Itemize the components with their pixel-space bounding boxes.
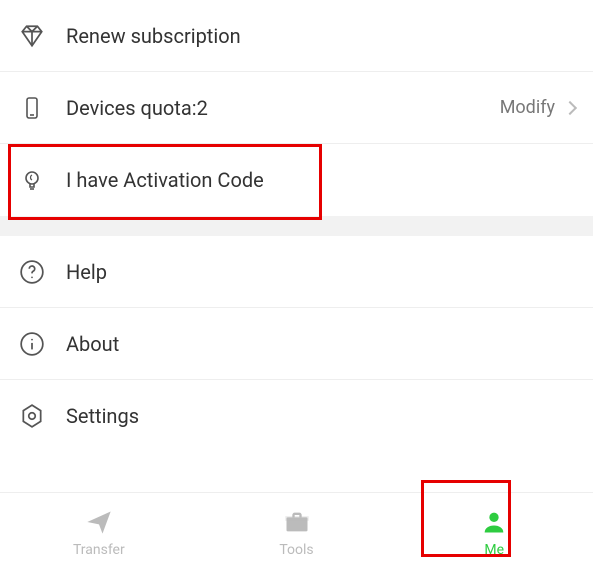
modify-label: Modify — [500, 97, 555, 118]
settings-list: Renew subscription Devices quota:2 Modif… — [0, 0, 593, 492]
diamond-icon — [18, 22, 46, 50]
tab-transfer[interactable]: Transfer — [0, 493, 198, 572]
tab-me[interactable]: Me — [395, 493, 593, 572]
menu-item-settings[interactable]: Settings — [0, 380, 593, 452]
bulb-icon — [18, 166, 46, 194]
menu-item-help[interactable]: Help — [0, 236, 593, 308]
menu-item-renew-subscription[interactable]: Renew subscription — [0, 0, 593, 72]
chevron-right-icon — [563, 100, 577, 114]
menu-item-label: About — [66, 332, 575, 356]
section-divider — [0, 216, 593, 236]
bottom-tabbar: Transfer Tools Me — [0, 492, 593, 572]
info-icon — [18, 330, 46, 358]
person-icon — [480, 508, 508, 536]
menu-item-right: Modify — [500, 97, 575, 118]
menu-item-label: Help — [66, 260, 575, 284]
tab-label: Transfer — [73, 542, 125, 558]
tab-label: Tools — [279, 542, 313, 558]
menu-item-devices-quota[interactable]: Devices quota:2 Modify — [0, 72, 593, 144]
menu-item-label: Settings — [66, 404, 575, 428]
tab-label: Me — [484, 542, 504, 558]
menu-item-label: Devices quota:2 — [66, 96, 500, 120]
device-icon — [18, 94, 46, 122]
briefcase-icon — [283, 508, 311, 536]
menu-item-label: Renew subscription — [66, 24, 575, 48]
menu-item-label: I have Activation Code — [66, 168, 575, 192]
settings-icon — [18, 402, 46, 430]
tab-tools[interactable]: Tools — [198, 493, 396, 572]
send-icon — [85, 508, 113, 536]
help-icon — [18, 258, 46, 286]
menu-item-activation-code[interactable]: I have Activation Code — [0, 144, 593, 216]
menu-item-about[interactable]: About — [0, 308, 593, 380]
app-root: Renew subscription Devices quota:2 Modif… — [0, 0, 593, 572]
